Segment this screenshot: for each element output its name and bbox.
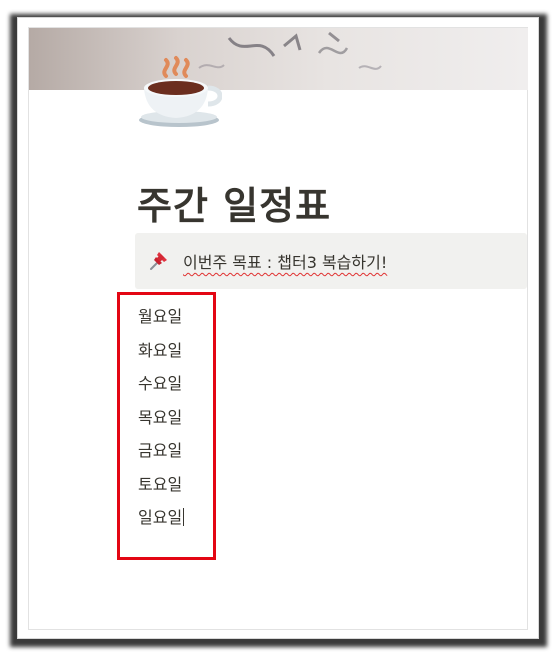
page-title[interactable]: 주간 일정표 — [137, 175, 331, 230]
notion-page: 주간 일정표 이번주 목표 : 챕터3 복습하기! 월요일 화요일 수요일 목요… — [17, 17, 539, 639]
callout-block[interactable]: 이번주 목표 : 챕터3 복습하기! — [135, 233, 527, 289]
pushpin-icon[interactable] — [147, 248, 171, 272]
page-border — [28, 27, 528, 630]
cover-image[interactable] — [29, 28, 528, 90]
highlight-annotation-box — [117, 292, 216, 560]
hot-beverage-icon[interactable] — [136, 44, 223, 130]
callout-text[interactable]: 이번주 목표 : 챕터3 복습하기! — [183, 249, 387, 273]
